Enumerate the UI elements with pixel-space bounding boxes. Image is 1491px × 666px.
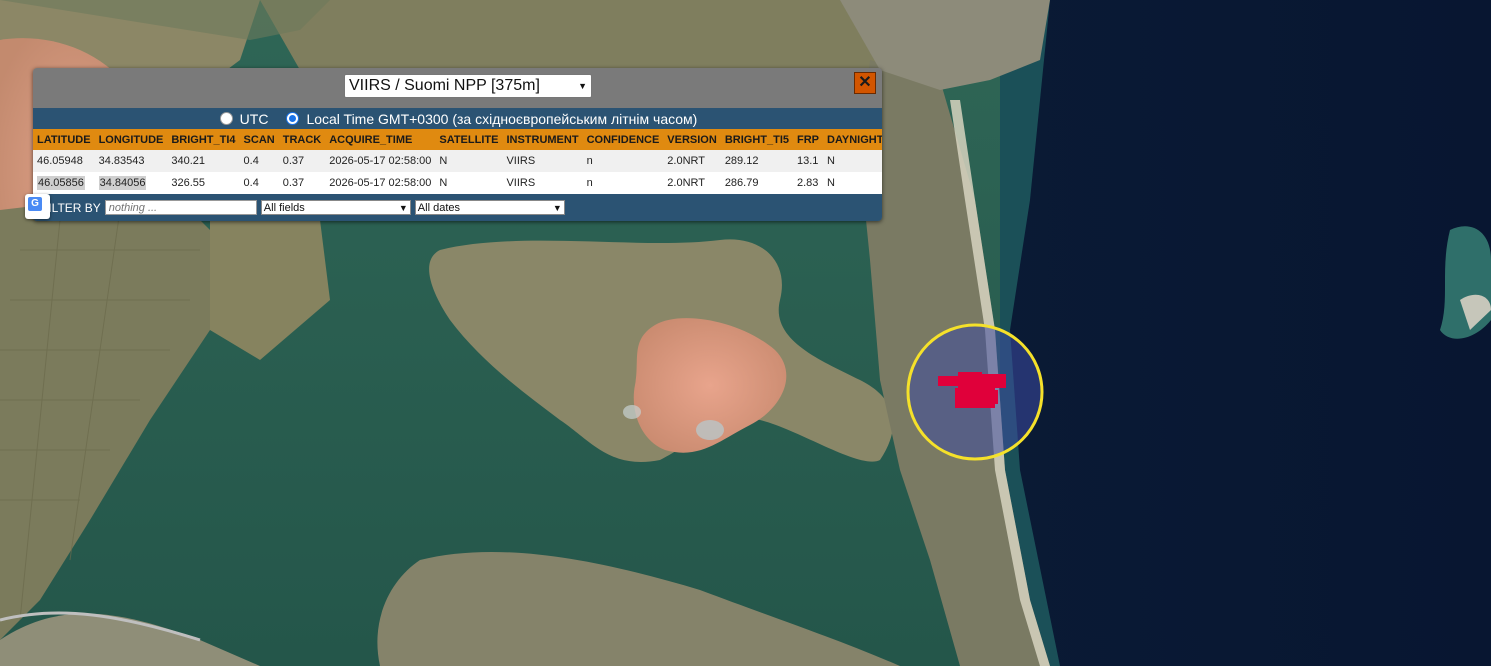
chevron-down-icon: ▼ xyxy=(578,81,587,91)
popup-header: VIIRS / Suomi NPP [375m] ▼ ✕ xyxy=(33,68,882,108)
close-button[interactable]: ✕ xyxy=(854,72,876,94)
table-cell: 2.0NRT xyxy=(663,150,721,172)
table-cell: 2.83 xyxy=(793,172,823,194)
table-cell: 0.4 xyxy=(239,172,279,194)
table-cell: N xyxy=(435,150,503,172)
utc-label[interactable]: UTC xyxy=(240,111,269,127)
table-header-row: LATITUDE LONGITUDE BRIGHT_TI4 SCAN TRACK… xyxy=(33,129,882,150)
column-header[interactable]: ACQUIRE_TIME xyxy=(325,129,436,150)
column-header[interactable]: LATITUDE xyxy=(33,129,95,150)
column-header[interactable]: FRP xyxy=(793,129,823,150)
translate-glyph: G xyxy=(28,197,42,211)
table-row[interactable]: 46.05948 34.83543 340.21 0.4 0.37 2026-0… xyxy=(33,150,882,172)
table-cell: 34.83543 xyxy=(94,150,168,172)
table-cell: n xyxy=(582,150,664,172)
table-cell: 289.12 xyxy=(720,150,793,172)
fire-data-table: LATITUDE LONGITUDE BRIGHT_TI4 SCAN TRACK… xyxy=(33,129,882,194)
layer-select-value: VIIRS / Suomi NPP [375m] xyxy=(349,77,540,94)
highlighted-cell-value: 34.84056 xyxy=(98,176,147,190)
table-cell: VIIRS xyxy=(502,172,583,194)
filter-bar: FILTER BY All fields ▼ All dates ▼ xyxy=(33,194,882,221)
google-translate-icon[interactable]: G xyxy=(25,194,50,219)
column-header[interactable]: SATELLITE xyxy=(435,129,503,150)
date-filter-value: All dates xyxy=(417,201,460,214)
column-header[interactable]: TRACK xyxy=(278,129,326,150)
table-cell: 340.21 xyxy=(167,150,240,172)
column-header[interactable]: BRIGHT_TI5 xyxy=(720,129,793,150)
table-cell: 326.55 xyxy=(167,172,240,194)
field-filter-select[interactable]: All fields ▼ xyxy=(260,200,411,215)
field-filter-value: All fields xyxy=(263,201,305,214)
column-header[interactable]: BRIGHT_TI4 xyxy=(167,129,240,150)
table-cell: 0.37 xyxy=(278,172,326,194)
layer-select[interactable]: VIIRS / Suomi NPP [375m] ▼ xyxy=(344,74,592,98)
table-cell: 34.84056 xyxy=(94,172,168,194)
table-row[interactable]: 46.05856 34.84056 326.55 0.4 0.37 2026-0… xyxy=(33,172,882,194)
table-cell: 2026-05-17 02:58:00 xyxy=(325,150,436,172)
table-cell: 46.05948 xyxy=(33,150,95,172)
table-cell: 2026-05-17 02:58:00 xyxy=(325,172,436,194)
table-cell: 13.1 xyxy=(793,150,823,172)
date-filter-select[interactable]: All dates ▼ xyxy=(414,200,565,215)
time-mode-selector: UTC Local Time GMT+0300 (за східноєвропе… xyxy=(33,108,882,129)
filter-input[interactable] xyxy=(104,200,257,215)
table-cell: N xyxy=(823,150,882,172)
table-cell: 0.37 xyxy=(278,150,326,172)
chevron-down-icon: ▼ xyxy=(552,202,562,213)
column-header[interactable]: LONGITUDE xyxy=(94,129,168,150)
column-header[interactable]: INSTRUMENT xyxy=(502,129,583,150)
utc-radio[interactable] xyxy=(219,112,233,125)
table-cell: 0.4 xyxy=(239,150,279,172)
column-header[interactable]: CONFIDENCE xyxy=(582,129,664,150)
chevron-down-icon: ▼ xyxy=(398,202,408,213)
table-cell: 2.0NRT xyxy=(663,172,721,194)
local-time-label[interactable]: Local Time GMT+0300 (за східноєвропейськ… xyxy=(306,111,697,127)
table-cell: 286.79 xyxy=(720,172,793,194)
table-cell: VIIRS xyxy=(502,150,583,172)
table-cell: n xyxy=(582,172,664,194)
table-cell: N xyxy=(823,172,882,194)
highlighted-cell-value: 46.05856 xyxy=(37,176,85,190)
table-cell: 46.05856 xyxy=(33,172,95,194)
local-time-radio[interactable] xyxy=(286,112,300,125)
column-header[interactable]: SCAN xyxy=(239,129,279,150)
table-cell: N xyxy=(435,172,503,194)
column-header[interactable]: VERSION xyxy=(663,129,721,150)
column-header[interactable]: DAYNIGHT xyxy=(823,129,882,150)
fire-data-popup: VIIRS / Suomi NPP [375m] ▼ ✕ UTC Local T… xyxy=(33,68,882,221)
